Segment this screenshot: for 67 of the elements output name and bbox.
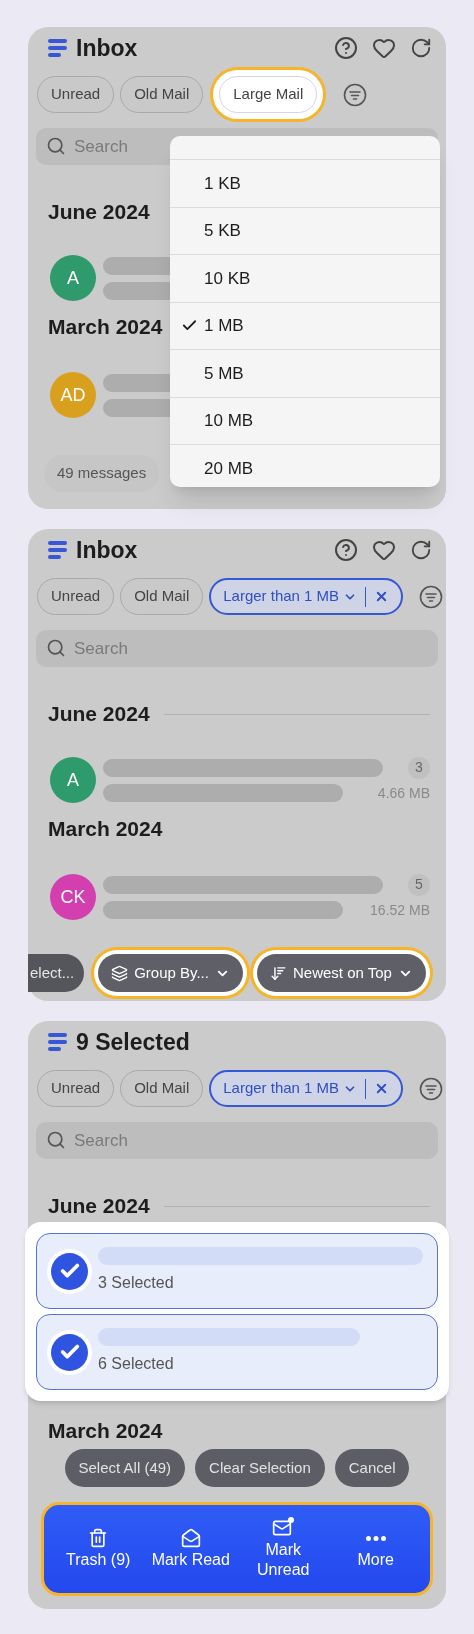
menu-item[interactable]: 1 KB: [204, 170, 241, 196]
menu-item[interactable]: 5 MB: [204, 360, 244, 386]
action-bar-button[interactable]: More: [333, 1528, 418, 1570]
section-heading: June 2024: [48, 199, 150, 226]
avatar: A: [50, 757, 96, 803]
open-envelope-icon: [180, 1528, 201, 1548]
search-field[interactable]: Search: [36, 630, 438, 667]
filter-chip[interactable]: Unread: [37, 1070, 115, 1107]
menu-icon[interactable]: [48, 1032, 68, 1052]
menu-icon[interactable]: [48, 38, 68, 58]
filter-chip[interactable]: Old Mail: [120, 1070, 204, 1107]
window-title: Inbox: [76, 535, 139, 565]
section-heading: March 2024: [48, 816, 163, 843]
more-icon: [365, 1535, 386, 1541]
heart-icon[interactable]: [372, 36, 396, 60]
select-button[interactable]: elect...: [28, 954, 85, 992]
selection-count: 6 Selected: [98, 1354, 175, 1374]
search-icon: [46, 1130, 66, 1150]
filter-chip[interactable]: Old Mail: [120, 76, 204, 113]
search-icon: [46, 136, 66, 156]
help-icon[interactable]: [334, 36, 358, 60]
size-label: 4.66 MB: [377, 783, 430, 803]
section-heading: June 2024: [48, 701, 150, 728]
search-icon: [46, 638, 66, 658]
window-title: 9 Selected: [76, 1027, 191, 1057]
filter-chip[interactable]: Unread: [37, 76, 115, 113]
action-button[interactable]: Cancel: [334, 1449, 410, 1487]
heart-icon[interactable]: [372, 538, 396, 562]
filter-icon[interactable]: [419, 1076, 444, 1101]
size-filter-button[interactable]: Larger than 1 MB: [223, 1077, 358, 1100]
avatar: AD: [50, 372, 96, 418]
avatar: A: [50, 255, 96, 301]
section-heading: March 2024: [48, 314, 163, 341]
section-heading: March 2024: [48, 1418, 163, 1445]
size-label: 16.52 MB: [370, 900, 430, 920]
action-bar-button[interactable]: Mark Read: [148, 1528, 233, 1570]
action-bar-button[interactable]: Trash (9): [56, 1528, 141, 1570]
filter-icon[interactable]: [343, 82, 368, 107]
count-badge: 5: [408, 873, 430, 896]
action-bar-button[interactable]: Mark Unread: [241, 1518, 326, 1580]
menu-item[interactable]: 10 MB: [204, 408, 254, 434]
refresh-icon[interactable]: [410, 539, 432, 561]
count-badge: 3: [408, 756, 430, 779]
selected-row[interactable]: 6 Selected: [36, 1314, 438, 1390]
filter-chip[interactable]: Old Mail: [120, 578, 204, 615]
selected-row[interactable]: 3 Selected: [36, 1233, 438, 1309]
size-filter-button[interactable]: Larger than 1 MB: [223, 585, 358, 608]
help-icon[interactable]: [334, 538, 358, 562]
menu-item[interactable]: 5 KB: [204, 218, 241, 244]
refresh-icon[interactable]: [410, 37, 432, 59]
avatar: CK: [50, 874, 96, 920]
filter-chip[interactable]: Unread: [37, 578, 115, 615]
sort-icon: [269, 964, 287, 982]
menu-icon[interactable]: [48, 540, 68, 560]
window-title: Inbox: [76, 33, 139, 63]
section-heading: June 2024: [48, 1193, 150, 1220]
layers-icon: [111, 964, 129, 982]
filter-icon[interactable]: [419, 584, 444, 609]
action-button[interactable]: Clear Selection: [195, 1449, 325, 1487]
menu-item[interactable]: 10 KB: [204, 265, 251, 291]
trash-icon: [88, 1528, 109, 1548]
selection-count: 3 Selected: [98, 1273, 175, 1293]
menu-item[interactable]: 1 MB: [204, 313, 244, 339]
action-button[interactable]: Select All (49): [64, 1449, 186, 1487]
message-count-button[interactable]: 49 messages: [44, 455, 160, 492]
search-field[interactable]: Search: [36, 1122, 438, 1159]
menu-item[interactable]: 20 MB: [204, 455, 254, 481]
